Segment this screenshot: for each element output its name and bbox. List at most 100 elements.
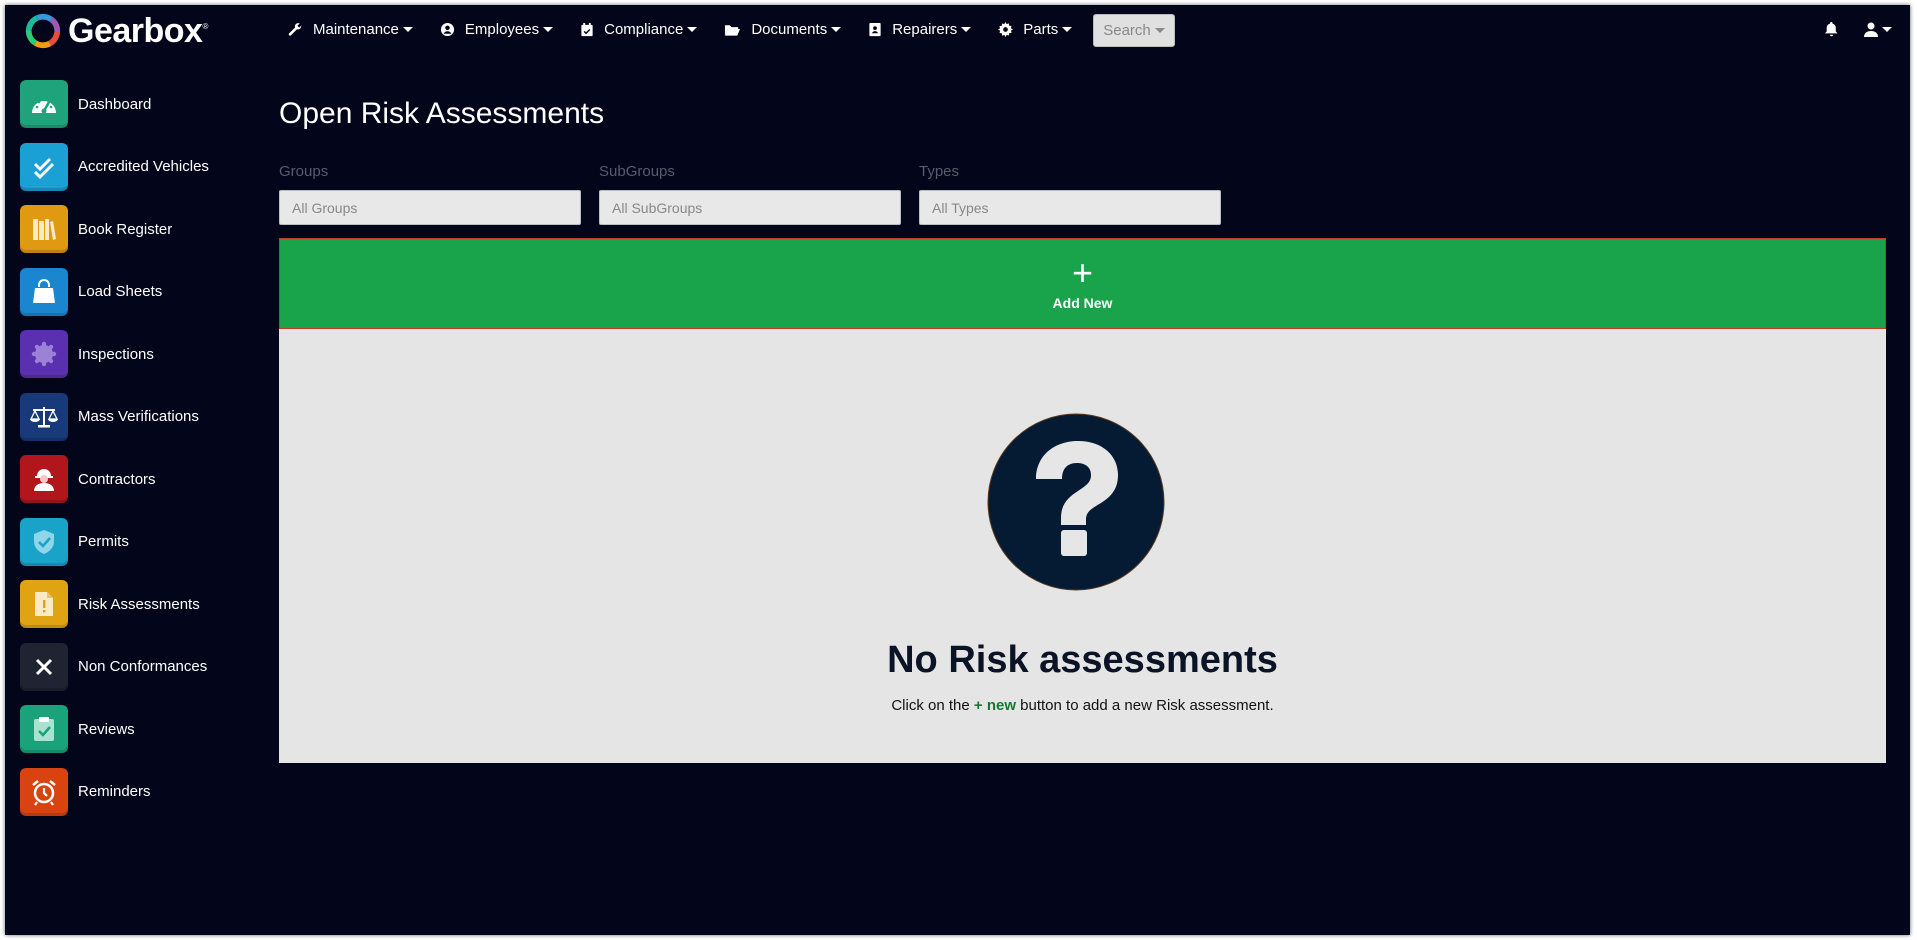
empty-state-title: No Risk assessments bbox=[887, 639, 1278, 681]
folder-open-icon bbox=[725, 24, 741, 36]
filter-label: Groups bbox=[279, 163, 329, 180]
sidebar-item-book-register[interactable]: Book Register bbox=[20, 198, 240, 261]
caret-down-icon bbox=[1062, 27, 1073, 32]
sidebar-icon-tile bbox=[20, 205, 68, 254]
alarm-clock-icon bbox=[32, 779, 56, 806]
sidebar-item-label: Mass Verifications bbox=[78, 408, 199, 426]
menu-label: Parts bbox=[1023, 21, 1059, 38]
sidebar-icon-tile bbox=[20, 455, 68, 504]
filter-groups: Groups All Groups bbox=[279, 163, 581, 225]
sidebar-item-permits[interactable]: Permits bbox=[20, 511, 240, 574]
sidebar-item-label: Reviews bbox=[78, 720, 135, 738]
caret-down-icon bbox=[1882, 27, 1892, 32]
menu-label: Maintenance bbox=[313, 21, 399, 38]
sidebar-item-label: Contractors bbox=[78, 470, 156, 488]
gearbox-logo-icon bbox=[25, 13, 61, 49]
top-right-tools bbox=[1825, 22, 1892, 37]
address-card-icon bbox=[869, 22, 881, 37]
scales-icon bbox=[29, 406, 59, 428]
file-exclamation-icon bbox=[35, 592, 53, 617]
double-check-icon bbox=[33, 157, 55, 179]
menu-repairers[interactable]: Repairers bbox=[868, 21, 972, 38]
menu-label: Compliance bbox=[604, 21, 684, 38]
filter-types: Types All Types bbox=[919, 163, 1221, 225]
gear-icon bbox=[998, 22, 1014, 37]
add-new-label: Add New bbox=[1052, 294, 1113, 311]
sidebar-item-load-sheets[interactable]: Load Sheets bbox=[20, 261, 240, 324]
gauge-icon bbox=[32, 98, 56, 114]
caret-down-icon bbox=[402, 27, 413, 32]
sidebar-icon-tile bbox=[20, 517, 68, 566]
filter-label: Types bbox=[919, 163, 960, 180]
main-menu: Maintenance Employees Compliance Documen… bbox=[288, 21, 1099, 38]
menu-compliance[interactable]: Compliance bbox=[580, 21, 698, 38]
user-circle-icon bbox=[440, 22, 454, 37]
caret-down-icon bbox=[543, 27, 554, 32]
app-window: Gearbox ® Maintenance Employees Complian… bbox=[5, 5, 1910, 935]
empty-state-panel: No Risk assessments Click on the + new b… bbox=[279, 329, 1886, 763]
shield-check-icon bbox=[34, 529, 54, 554]
clipboard-check-icon bbox=[34, 717, 54, 742]
groups-select[interactable]: All Groups bbox=[279, 190, 581, 225]
sidebar-item-label: Inspections bbox=[78, 345, 154, 363]
sidebar-item-label: Load Sheets bbox=[78, 283, 163, 301]
sidebar-icon-tile bbox=[20, 767, 68, 816]
books-icon bbox=[33, 219, 56, 241]
sidebar-icon-tile bbox=[20, 580, 68, 629]
message-text: Click on the bbox=[891, 697, 974, 714]
user-icon bbox=[1864, 22, 1878, 37]
sidebar-item-label: Accredited Vehicles bbox=[78, 158, 209, 176]
plus-icon: + bbox=[1071, 251, 1094, 293]
caret-down-icon bbox=[961, 27, 972, 32]
bell-icon[interactable] bbox=[1825, 22, 1838, 37]
question-circle-icon bbox=[987, 413, 1165, 591]
sidebar-item-reviews[interactable]: Reviews bbox=[20, 698, 240, 761]
menu-parts[interactable]: Parts bbox=[998, 21, 1073, 38]
new-link[interactable]: + new bbox=[974, 697, 1016, 714]
sidebar-icon-tile bbox=[20, 705, 68, 754]
sidebar-item-risk-assessments[interactable]: Risk Assessments bbox=[20, 573, 240, 636]
menu-label: Repairers bbox=[892, 21, 958, 38]
brand-name: Gearbox bbox=[68, 11, 203, 50]
sidebar-item-label: Risk Assessments bbox=[78, 595, 200, 613]
types-select[interactable]: All Types bbox=[919, 190, 1221, 225]
sidebar-item-reminders[interactable]: Reminders bbox=[20, 761, 240, 824]
menu-documents[interactable]: Documents bbox=[724, 21, 842, 38]
caret-down-icon bbox=[1154, 28, 1165, 33]
filter-subgroups: SubGroups All SubGroups bbox=[599, 163, 901, 225]
x-icon bbox=[35, 658, 53, 675]
menu-employees[interactable]: Employees bbox=[440, 21, 554, 38]
user-menu[interactable] bbox=[1864, 22, 1892, 37]
sidebar-item-mass-verifications[interactable]: Mass Verifications bbox=[20, 386, 240, 449]
search-label: Search bbox=[1103, 22, 1151, 39]
brand[interactable]: Gearbox ® bbox=[24, 11, 209, 50]
sidebar-item-contractors[interactable]: Contractors bbox=[20, 448, 240, 511]
calendar-check-icon bbox=[581, 22, 593, 37]
wrench-icon bbox=[288, 23, 302, 36]
add-new-button[interactable]: + Add New bbox=[279, 238, 1886, 329]
search-button[interactable]: Search bbox=[1093, 14, 1175, 47]
hardhat-worker-icon bbox=[34, 469, 54, 492]
brand-trademark: ® bbox=[202, 22, 209, 31]
sidebar-item-label: Book Register bbox=[78, 220, 173, 238]
sidebar-item-label: Non Conformances bbox=[78, 658, 208, 676]
sidebar-item-non-conformances[interactable]: Non Conformances bbox=[20, 636, 240, 699]
bag-icon bbox=[33, 278, 55, 303]
subgroups-select[interactable]: All SubGroups bbox=[599, 190, 901, 225]
top-navbar: Gearbox ® Maintenance Employees Complian… bbox=[5, 5, 1910, 57]
menu-label: Documents bbox=[751, 21, 828, 38]
sidebar-item-dashboard[interactable]: Dashboard bbox=[20, 73, 240, 136]
message-text: button to add a new Risk assessment. bbox=[1016, 697, 1274, 714]
sidebar-icon-tile bbox=[20, 267, 68, 316]
caret-down-icon bbox=[831, 27, 842, 32]
sidebar-icon-tile bbox=[20, 80, 68, 129]
sidebar-icon-tile bbox=[20, 330, 68, 379]
sidebar-item-accredited-vehicles[interactable]: Accredited Vehicles bbox=[20, 136, 240, 199]
sidebar: Dashboard Accredited Vehicles Book Regis… bbox=[20, 73, 240, 823]
page-title: Open Risk Assessments bbox=[279, 97, 605, 130]
sidebar-item-label: Dashboard bbox=[78, 95, 152, 113]
sidebar-item-inspections[interactable]: Inspections bbox=[20, 323, 240, 386]
sidebar-item-label: Reminders bbox=[78, 783, 151, 801]
badge-icon bbox=[31, 342, 57, 367]
menu-maintenance[interactable]: Maintenance bbox=[288, 21, 413, 38]
